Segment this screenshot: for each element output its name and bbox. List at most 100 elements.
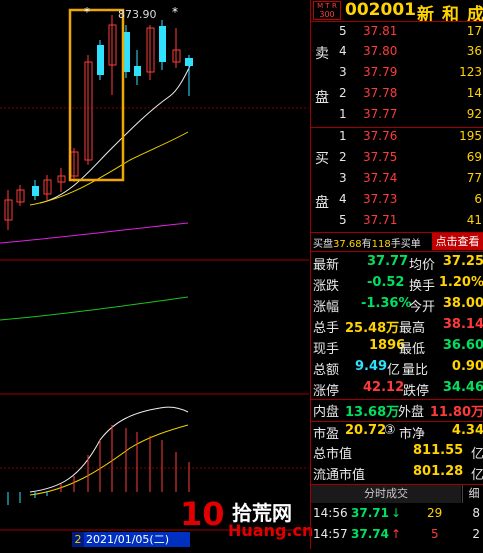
- pe-label: 市盈: [313, 427, 340, 442]
- valuation-row: 市盈 20.72 ③ 市净 4.34: [311, 423, 483, 443]
- quote-row: 总额 9.49 亿 量比 0.90: [311, 359, 483, 379]
- buy-row[interactable]: 2 37.75 69: [311, 150, 483, 170]
- price: 37.73: [363, 192, 398, 206]
- star-mark: *: [84, 5, 90, 19]
- open-label: 今开: [409, 300, 436, 315]
- sell-row[interactable]: 5 37.81 17: [311, 24, 483, 44]
- stock-code: 002001: [345, 0, 416, 20]
- pb-value: 4.34: [451, 423, 483, 438]
- notice-mid: 有: [361, 239, 372, 250]
- tick-row: 14:56 37.71 ↓ 29 8: [311, 506, 483, 526]
- notice-price: 37.68: [333, 239, 362, 250]
- tick-count: 2: [472, 527, 480, 541]
- level: 5: [339, 24, 347, 38]
- tick-volume: 29: [427, 506, 443, 520]
- divider: [311, 421, 483, 422]
- view-details-button[interactable]: 点击查看: [432, 233, 483, 250]
- limit-up-value: 42.12: [363, 380, 405, 395]
- quote-row: 总手 25.48万 最高 38.14: [311, 317, 483, 337]
- volume: 92: [466, 107, 482, 121]
- sell-row[interactable]: 1 37.77 92: [311, 107, 483, 127]
- outer-value: 11.80万: [429, 405, 483, 420]
- high-price-label: 873.90: [118, 8, 157, 21]
- divider: [311, 251, 483, 252]
- inner-label: 内盘: [313, 405, 340, 420]
- candle: [134, 66, 141, 76]
- turnover-value: 1.20%: [438, 275, 483, 290]
- candle: [32, 186, 39, 196]
- turnover-label: 换手: [409, 279, 436, 294]
- quote-row: 涨幅 -1.36% 今开 38.00: [311, 296, 483, 316]
- divider: [311, 399, 483, 400]
- level: 2: [339, 150, 347, 164]
- sell-row[interactable]: 4 37.80 36: [311, 44, 483, 64]
- buy-row[interactable]: 1 37.76 195: [311, 129, 483, 149]
- candle: [159, 26, 166, 62]
- tick-count: 8: [472, 506, 480, 520]
- logo-line1: M T R: [317, 2, 337, 10]
- low-label: 最低: [399, 342, 426, 357]
- tick-arrow-down-icon: ↓: [391, 506, 402, 520]
- high-label: 最高: [399, 321, 426, 336]
- candle: [185, 58, 193, 66]
- mcap-label: 总市值: [313, 447, 353, 462]
- avg-label: 均价: [409, 258, 436, 273]
- divider: [311, 21, 483, 22]
- volume-value: 25.48万: [345, 321, 400, 336]
- tick-price: 37.74: [351, 527, 389, 541]
- notice-count: 118: [371, 239, 391, 250]
- buy-row[interactable]: 3 37.74 77: [311, 171, 483, 191]
- ratio-value: 0.90: [451, 359, 483, 374]
- amount-unit: 亿: [387, 363, 401, 378]
- volume: 17: [466, 24, 482, 38]
- tick-time: 14:56: [313, 506, 348, 520]
- notice-suffix: 手买单: [390, 239, 421, 250]
- tick-row: 14:57 37.74 ↑ 5 2: [311, 527, 483, 547]
- quote-row: 涨停 42.12 跌停 34.46: [311, 380, 483, 400]
- level: 3: [339, 171, 347, 185]
- price: 37.80: [363, 44, 398, 58]
- tick-arrow-up-icon: ↑: [391, 527, 402, 541]
- pe-value: 20.72: [345, 423, 387, 438]
- pe-badge: ③: [384, 423, 396, 438]
- date-label: 2021/01/05(二): [84, 532, 190, 547]
- price: 37.71: [363, 213, 398, 227]
- kline-chart-svg: [0, 0, 309, 549]
- amount-value: 9.49: [355, 359, 388, 374]
- date-prefix: 2: [72, 532, 84, 547]
- buy-row[interactable]: 5 37.71 41: [311, 213, 483, 233]
- tab-time-sales[interactable]: 分时成交: [311, 485, 461, 503]
- current-label: 现手: [313, 342, 340, 357]
- sell-row[interactable]: 2 37.78 14: [311, 86, 483, 106]
- market-logo: M T R 300: [313, 1, 341, 20]
- inner-outer-row: 内盘 13.68万 外盘 11.80万: [311, 401, 483, 421]
- volume: 77: [466, 171, 482, 185]
- volume: 14: [466, 86, 482, 100]
- limit-down-label: 跌停: [403, 384, 430, 399]
- latest-label: 最新: [313, 258, 340, 273]
- quote-row: 最新 37.77 均价 37.25: [311, 254, 483, 274]
- watermark-url: Huang.cn: [228, 521, 314, 540]
- kline-chart-area[interactable]: * * 873.90 2 2021/01/05(二): [0, 0, 310, 549]
- pct-value: -1.36%: [361, 296, 412, 311]
- open-value: 38.00: [442, 296, 483, 311]
- pb-label: 市净: [399, 427, 426, 442]
- volume: 123: [459, 65, 482, 79]
- volume: 195: [459, 129, 482, 143]
- price: 37.78: [363, 86, 398, 100]
- sell-row[interactable]: 3 37.79 123: [311, 65, 483, 85]
- big-order-notice: 买盘37.68有118手买单: [313, 235, 421, 250]
- chart-background: [0, 0, 309, 549]
- price: 37.76: [363, 129, 398, 143]
- logo-line2: 300: [319, 10, 335, 19]
- pct-label: 涨幅: [313, 300, 340, 315]
- high-value: 38.14: [442, 317, 483, 332]
- level: 4: [339, 44, 347, 58]
- tick-volume: 5: [431, 527, 439, 541]
- tab-detail[interactable]: 细: [462, 485, 483, 503]
- buy-row[interactable]: 4 37.73 6: [311, 192, 483, 212]
- price: 37.75: [363, 150, 398, 164]
- low-value: 36.60: [442, 338, 483, 353]
- price: 37.81: [363, 24, 398, 38]
- amount-label: 总额: [313, 363, 340, 378]
